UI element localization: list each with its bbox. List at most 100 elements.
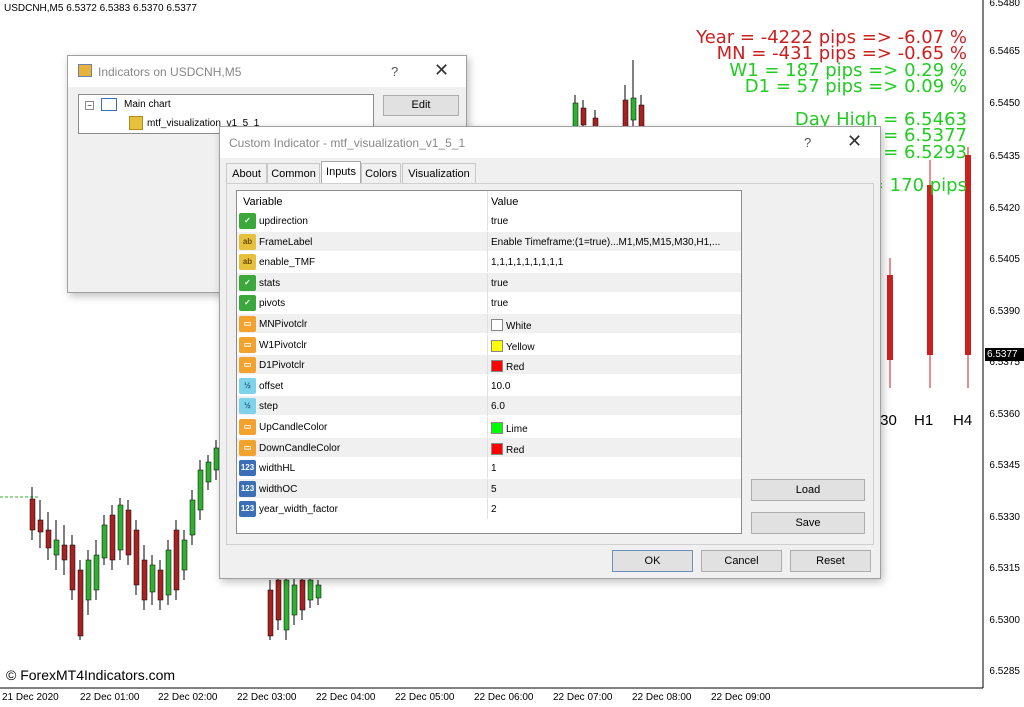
param-value-text: Enable Timeframe:(1=true)...M1,M5,M15,M3… (491, 236, 721, 248)
custom-indicator-window[interactable]: Custom Indicator - mtf_visualization_v1_… (219, 126, 881, 579)
candle-body (275, 579, 282, 621)
param-value[interactable]: Lime (491, 422, 739, 435)
cancel-button[interactable]: Cancel (701, 550, 782, 572)
save-button[interactable]: Save (751, 512, 865, 534)
tab-about[interactable]: About (226, 163, 267, 183)
param-value-text: true (491, 298, 509, 310)
ok-button[interactable]: OK (612, 550, 693, 572)
watermark: © ForexMT4Indicators.com (6, 667, 176, 683)
app-icon (78, 64, 92, 77)
candle-body (37, 519, 44, 533)
param-value[interactable]: Red (491, 442, 739, 456)
param-value[interactable]: 6.0 (491, 401, 739, 412)
param-value[interactable]: 1 (491, 463, 739, 474)
help-icon[interactable]: ? (804, 135, 811, 150)
candle-body (77, 569, 84, 637)
table-row[interactable]: ✓ stats true (237, 272, 741, 293)
param-name: widthOC (259, 483, 298, 495)
tf-label-h4: H4 (953, 412, 973, 429)
table-row[interactable]: ▭ DownCandleColor Red (237, 437, 741, 458)
param-value[interactable]: true (491, 278, 739, 289)
column-header-variable[interactable]: Variable (243, 196, 283, 208)
table-row[interactable]: ▭ MNPivotclr White (237, 314, 741, 334)
tab-visualization[interactable]: Visualization (402, 163, 476, 183)
tree-collapse-icon[interactable]: − (85, 101, 94, 110)
candle-body (109, 514, 116, 561)
table-row[interactable]: 123 widthOC 5 (237, 478, 741, 499)
load-button[interactable]: Load (751, 479, 865, 501)
edit-button[interactable]: Edit (383, 95, 459, 116)
time-label: 22 Dec 09:00 (711, 692, 771, 703)
candle-body (315, 584, 322, 599)
candle-body (299, 579, 306, 611)
int-param-icon: 123 (239, 460, 256, 477)
param-name: updirection (259, 216, 308, 227)
indicators-titlebar[interactable]: Indicators on USDCNH,M5 ? ✕ (68, 56, 466, 87)
color-param-icon: ▭ (239, 336, 256, 353)
param-name: MNPivotclr (259, 319, 308, 330)
param-name: pivots (259, 298, 286, 310)
tf-label-h1: H1 (914, 412, 934, 429)
param-value-text: 6.0 (491, 401, 505, 413)
table-row[interactable]: ✓ updirection true (237, 211, 741, 231)
param-name: W1Pivotclr (259, 339, 307, 351)
time-label: 22 Dec 02:00 (158, 692, 218, 703)
candle-body (157, 569, 164, 601)
table-row[interactable]: ▭ UpCandleColor Lime (237, 417, 741, 437)
tab-inputs[interactable]: Inputs (321, 161, 361, 184)
price-label: 6.5390 (989, 306, 1020, 317)
param-name: step (259, 401, 278, 413)
custom-indicator-titlebar[interactable]: Custom Indicator - mtf_visualization_v1_… (220, 127, 880, 158)
candle-body (572, 102, 579, 129)
price-label: 6.5405 (989, 254, 1020, 265)
param-value[interactable]: true (491, 216, 739, 227)
param-value[interactable]: 5 (491, 484, 739, 495)
param-name: widthHL (259, 463, 296, 475)
candle-body (149, 564, 156, 593)
param-value[interactable]: 2 (491, 504, 739, 515)
param-value[interactable]: Red (491, 360, 739, 373)
price-label: 6.5435 (989, 151, 1020, 162)
param-value[interactable]: 1,1,1,1,1,1,1,1,1 (491, 257, 739, 268)
param-value[interactable]: 10.0 (491, 381, 739, 392)
candle-body (29, 498, 36, 531)
table-row[interactable]: ✓ pivots true (237, 293, 741, 314)
table-row[interactable]: 123 year_width_factor 2 (237, 499, 741, 520)
table-row[interactable]: ½ offset 10.0 (237, 375, 741, 396)
table-row[interactable]: ▭ D1Pivotclr Red (237, 355, 741, 376)
stat-range: = 170 pips (868, 175, 967, 196)
table-row[interactable]: ▭ W1Pivotclr Yellow (237, 334, 741, 355)
candle-body (85, 559, 92, 601)
table-row[interactable]: ab enable_TMF 1,1,1,1,1,1,1,1,1 (237, 252, 741, 273)
tab-colors[interactable]: Colors (361, 163, 401, 183)
candle-body (181, 539, 188, 571)
param-value[interactable]: White (491, 319, 739, 332)
help-icon[interactable]: ? (391, 64, 398, 79)
tree-item-main-chart[interactable]: Main chart (124, 99, 171, 110)
table-row[interactable]: ab FrameLabel Enable Timeframe:(1=true)...… (237, 231, 741, 252)
color-swatch (491, 442, 503, 455)
inputs-table[interactable]: Variable Value ✓ updirection true ab FrameLa… (236, 190, 742, 534)
close-icon[interactable]: ✕ (847, 131, 862, 152)
param-value[interactable]: true (491, 298, 739, 309)
time-label: 22 Dec 06:00 (474, 692, 534, 703)
table-row[interactable]: ½ step 6.0 (237, 396, 741, 417)
price-label: 6.5480 (989, 0, 1020, 9)
price-label: 6.5420 (989, 203, 1020, 214)
tab-common[interactable]: Common (267, 163, 320, 183)
param-name: DownCandleColor (259, 442, 341, 454)
close-icon[interactable]: ✕ (434, 60, 449, 81)
color-param-icon: ▭ (239, 357, 256, 374)
candle-body (53, 539, 60, 556)
time-label: 22 Dec 01:00 (80, 692, 140, 703)
param-name: UpCandleColor (259, 422, 328, 433)
column-header-value[interactable]: Value (491, 196, 739, 208)
table-row[interactable]: 123 widthHL 1 (237, 458, 741, 479)
param-value[interactable]: Yellow (491, 339, 739, 353)
color-swatch (491, 422, 503, 434)
param-value[interactable]: Enable Timeframe:(1=true)...M1,M5,M15,M3… (491, 237, 739, 248)
reset-button[interactable]: Reset (790, 550, 871, 572)
stat-day: D1 = 57 pips => 0.09 % (744, 76, 967, 97)
candle-body (45, 529, 52, 549)
param-value-text: 5 (491, 483, 497, 495)
